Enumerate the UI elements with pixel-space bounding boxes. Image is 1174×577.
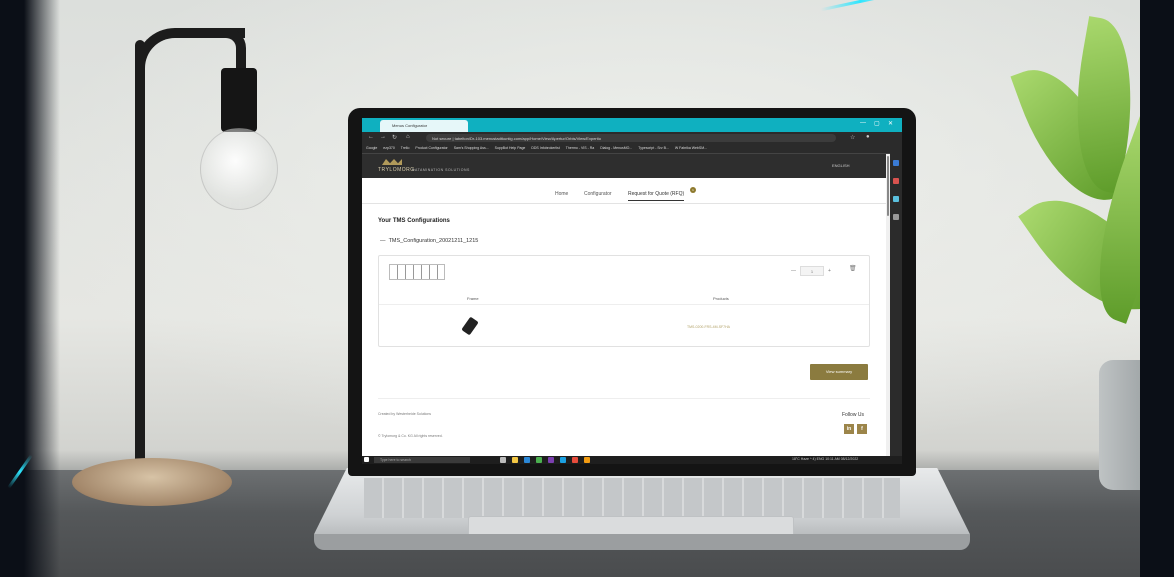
taskbar-app-icon[interactable] [560,457,566,463]
back-icon[interactable]: ← [368,134,374,140]
lamp-base [72,458,232,506]
facebook-icon[interactable]: f [857,424,867,434]
frame-device-icon [461,316,479,336]
column-frame: Frame [467,296,479,301]
windows-start-icon[interactable] [364,457,369,462]
reload-icon[interactable]: ↻ [392,134,397,141]
column-products: Products [713,296,729,301]
site-nav: Home Configurator Request for Quote (RFQ… [362,184,886,204]
close-icon[interactable]: ✕ [888,120,893,127]
delete-icon[interactable]: 🗑 [849,265,857,275]
taskbar-app-icon[interactable] [536,457,542,463]
site-logo[interactable]: TRYLOMORG [378,167,415,173]
browser-sidebar [890,144,902,464]
star-icon[interactable]: ☆ [850,134,855,141]
page-title: Your TMS Configurations [378,218,450,224]
crown-logo-icon[interactable] [382,159,402,165]
windows-taskbar: Type here to search 18°C Haze ^ 4) ENG 1… [362,456,902,464]
bookmark[interactable]: Google [366,146,377,151]
bookmark[interactable]: Typescript - Srv B... [638,146,669,151]
product-code[interactable]: TMS-0200-FRS-4M-SF7HA [687,325,730,329]
sidebar-search-icon[interactable] [893,160,899,166]
laptop-screen: Menus Configurator — ▢ ✕ ← → ↻ ⌂ Not sec… [362,118,902,464]
linkedin-icon[interactable]: in [844,424,854,434]
footer-credit: Created by Westerheide Solutions [378,412,432,416]
bookmark[interactable]: Trello [401,146,410,151]
frame-shadow [1140,0,1174,577]
site-header: TRYLOMORG DATAMINATION SOLUTIONS ENGLISH [362,154,890,178]
desk-photo: Menus Configurator — ▢ ✕ ← → ↻ ⌂ Not sec… [24,0,1162,577]
bookmark[interactable]: Product Configurator [415,146,447,151]
system-tray[interactable]: 18°C Haze ^ 4) ENG 10:11 AM 08/12/2022 [792,457,858,461]
bookmark[interactable]: Dialog - MenusMO... [600,146,632,151]
configuration-thumbnail [389,264,445,280]
maximize-icon[interactable]: ▢ [874,120,880,127]
forward-icon[interactable]: → [380,134,386,140]
laptop-edge [314,534,970,550]
sidebar-app-icon[interactable] [893,178,899,184]
bookmark[interactable]: W Fabrika WebSM... [675,146,707,151]
home-icon[interactable]: ⌂ [406,134,410,140]
sidebar-add-icon[interactable] [893,214,899,220]
bookmark[interactable]: Thermo - VIS - Ra [566,146,594,151]
increment-button[interactable]: + [828,268,831,274]
taskbar-app-icon[interactable] [572,457,578,463]
decrement-button[interactable]: — [791,268,796,274]
browser-tab[interactable]: Menus Configurator [380,120,468,132]
lamp-socket [221,68,257,132]
taskbar-app-icon[interactable] [524,457,530,463]
bookmark[interactable]: DDS Infobrokerlist [531,146,559,151]
rfq-count-badge: 1 [690,187,696,193]
minimize-icon[interactable]: — [860,120,866,126]
configuration-name: TMS_Configuration_20021211_1215 [388,238,479,244]
profile-icon[interactable]: ● [866,134,870,140]
frame-shadow [0,0,60,577]
follow-us-label: Follow Us [842,412,864,418]
taskbar-app-icon[interactable] [512,457,518,463]
divider [379,304,869,305]
bookmark[interactable]: SuppBot Help Page [495,146,526,151]
bookmarks-bar: Google ezp370 Trello Product Configurato… [362,144,902,154]
stage: Menus Configurator — ▢ ✕ ← → ↻ ⌂ Not sec… [0,0,1174,577]
nav-rfq[interactable]: Request for Quote (RFQ) [628,191,685,201]
sidebar-app-icon[interactable] [893,196,899,202]
lamp-pole [135,40,145,480]
address-bar: ← → ↻ ⌂ Not secure | tabelton/Dr-103.men… [362,132,902,144]
collapse-icon[interactable]: — [380,238,387,244]
footer-copyright: © Trylomorg & Co. KG All rights reserved… [378,434,443,438]
bookmark[interactable]: Sam's Shopping Ass... [454,146,489,151]
taskbar-app-icon[interactable] [500,457,506,463]
taskbar-app-icon[interactable] [584,457,590,463]
nav-configurator[interactable]: Configurator [584,191,612,197]
taskbar-app-icon[interactable] [548,457,554,463]
bookmark[interactable]: ezp370 [383,146,394,151]
laptop-keyboard [364,478,900,518]
taskbar-search[interactable]: Type here to search [374,457,470,463]
logo-subtitle: DATAMINATION SOLUTIONS [412,168,470,172]
browser-titlebar: Menus Configurator — ▢ ✕ [362,118,902,132]
page-content: Home Configurator Request for Quote (RFQ… [362,178,886,456]
url-field[interactable]: Not secure | tabelton/Dr-103.menustadtku… [426,134,836,142]
nav-home[interactable]: Home [555,191,568,197]
quantity-stepper: — 1 + [791,265,841,277]
view-summary-button[interactable]: View summary [810,364,868,380]
divider [378,398,870,399]
language-selector[interactable]: ENGLISH [832,163,850,168]
configuration-card: — 1 + 🗑 Frame Products TMS-0200-FRS-4M-S… [378,255,870,347]
quantity-input[interactable]: 1 [800,266,824,276]
lamp-bulb [200,128,278,210]
scroll-thumb[interactable] [887,156,889,216]
configuration-title[interactable]: — TMS_Configuration_20021211_1215 [380,238,478,244]
